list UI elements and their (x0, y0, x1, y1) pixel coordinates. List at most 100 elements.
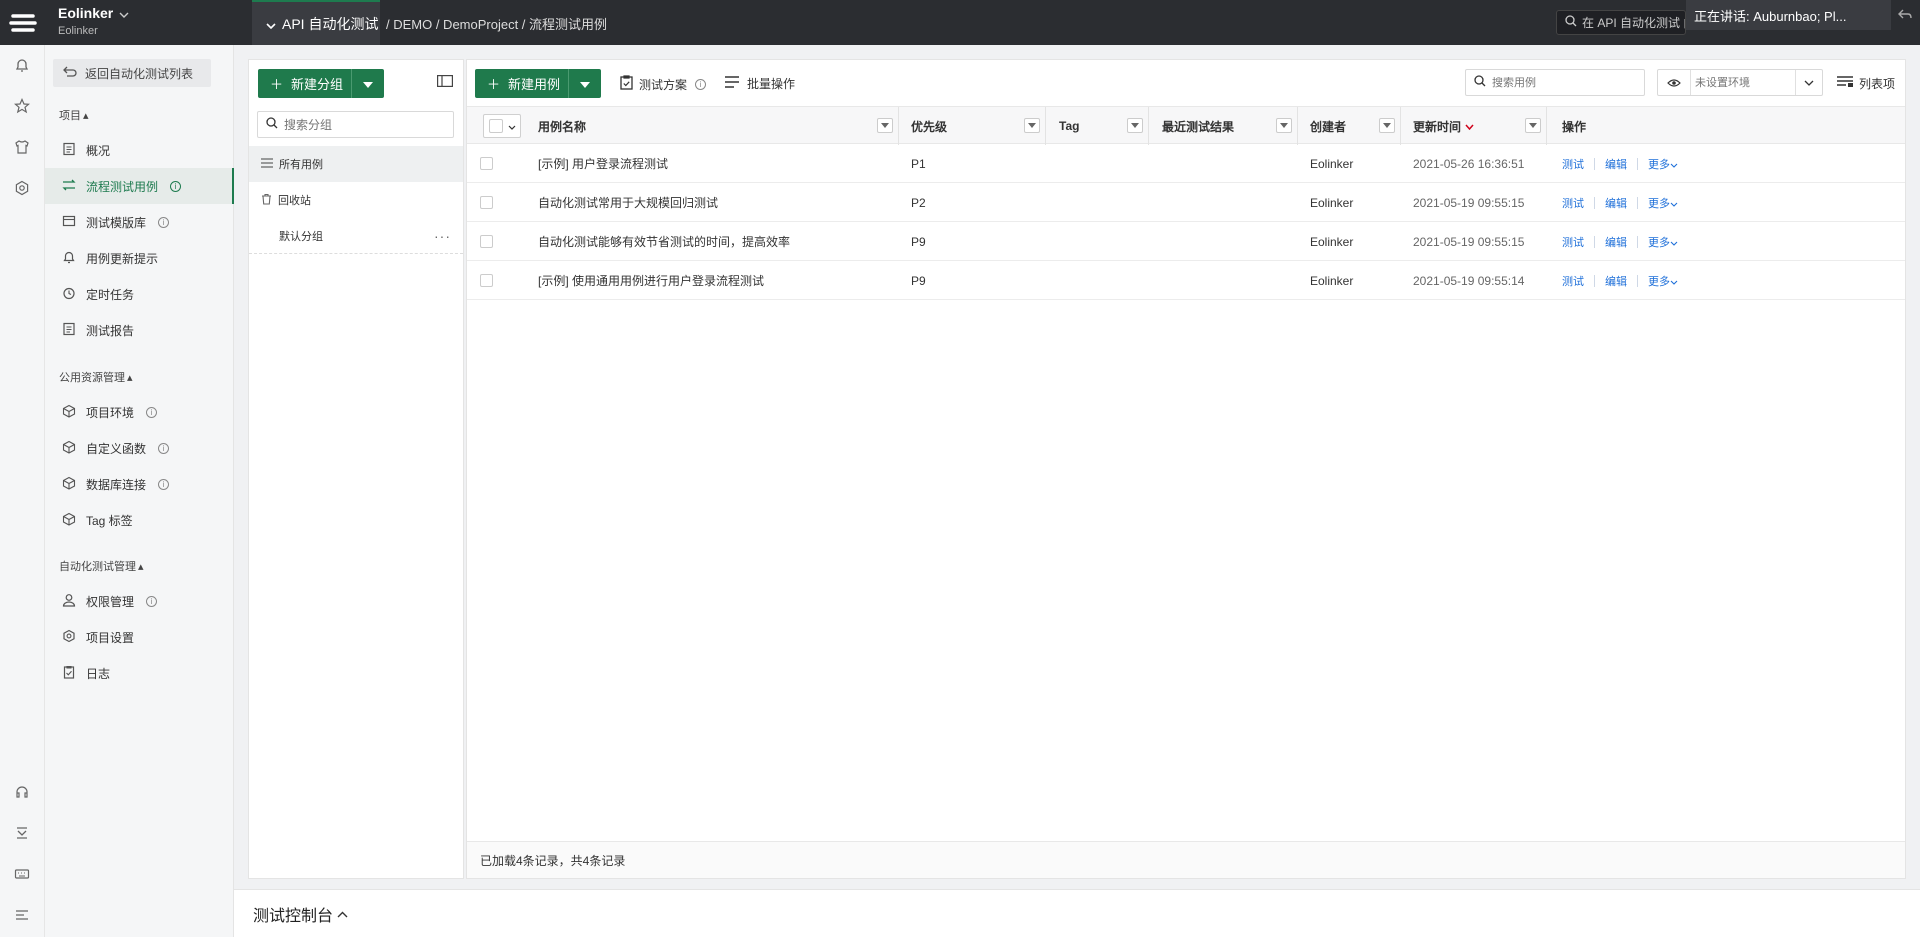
table-row[interactable]: 自动化测试常用于大规模回归测试 P2 Eolinker 2021-05-19 0… (467, 183, 1905, 222)
sidebar-item-project-env[interactable]: 项目环境 i (45, 394, 234, 430)
environment-input[interactable] (1691, 76, 1795, 89)
chevron-down-icon[interactable] (1795, 70, 1821, 95)
row-checkbox[interactable] (480, 157, 493, 170)
global-search-input[interactable]: 在 API 自动化测试 内 (1556, 10, 1686, 35)
info-icon[interactable]: i (158, 442, 170, 454)
plus-icon: ＋ (270, 77, 284, 92)
org-switcher[interactable]: Eolinker Eolinker (58, 5, 129, 37)
info-icon[interactable]: i (170, 180, 182, 192)
breadcrumb[interactable]: / DEMO / DemoProject / 流程测试用例 (386, 14, 607, 33)
edit-link[interactable]: 编辑 (1605, 234, 1627, 250)
row-checkbox[interactable] (480, 274, 493, 287)
select-all-checkbox[interactable] (489, 119, 503, 133)
new-case-dropdown[interactable] (568, 69, 601, 98)
filter-icon[interactable] (1276, 118, 1292, 133)
new-group-button[interactable]: ＋ 新建分组 (258, 69, 384, 98)
filter-icon[interactable] (1127, 118, 1143, 133)
sidebar-item-test-reports[interactable]: 测试报告 (45, 312, 234, 348)
new-case-button[interactable]: ＋ 新建用例 (475, 69, 601, 98)
sidebar-item-flow-cases[interactable]: 流程测试用例 i (45, 168, 234, 204)
info-icon[interactable]: i (146, 595, 158, 607)
test-plan-button[interactable]: 测试方案 i (620, 75, 707, 93)
settings-icon[interactable] (12, 178, 32, 198)
sidebar-item-db-connections[interactable]: 数据库连接 i (45, 466, 234, 502)
more-options-icon[interactable]: ··· (434, 228, 451, 244)
star-icon[interactable] (12, 96, 32, 116)
sidebar-item-update-notice[interactable]: 用例更新提示 (45, 240, 234, 276)
case-search-input[interactable] (1492, 76, 1637, 89)
test-link[interactable]: 测试 (1562, 195, 1584, 211)
sidebar-item-custom-functions[interactable]: 自定义函数 i (45, 430, 234, 466)
menu-icon[interactable] (12, 905, 32, 925)
test-link[interactable]: 测试 (1562, 273, 1584, 289)
sidebar-item-tags[interactable]: Tag 标签 (45, 502, 234, 538)
info-icon[interactable]: i (158, 216, 170, 228)
new-group-main[interactable]: ＋ 新建分组 (258, 69, 343, 98)
test-link[interactable]: 测试 (1562, 234, 1584, 250)
environment-select[interactable] (1657, 69, 1823, 96)
case-name[interactable]: [示例] 用户登录流程测试 (538, 144, 668, 183)
group-search-field[interactable] (257, 111, 454, 138)
filter-icon[interactable] (1525, 118, 1541, 133)
filter-icon[interactable] (1024, 118, 1040, 133)
edit-link[interactable]: 编辑 (1605, 156, 1627, 172)
shirt-icon[interactable] (12, 137, 32, 157)
module-tab[interactable]: API 自动化测试 (252, 0, 380, 45)
select-all-dropdown[interactable] (483, 114, 521, 138)
back-to-list-button[interactable]: 返回自动化测试列表 (53, 59, 211, 87)
table-row[interactable]: 自动化测试能够有效节省测试的时间，提高效率 P9 Eolinker 2021-0… (467, 222, 1905, 261)
case-name[interactable]: 自动化测试常用于大规模回归测试 (538, 183, 718, 222)
case-name[interactable]: [示例] 使用通用用例进行用户登录流程测试 (538, 261, 764, 300)
group-search-input[interactable] (284, 117, 444, 132)
eolinker-logo-icon[interactable] (0, 0, 45, 45)
more-link[interactable]: 更多 (1648, 156, 1670, 172)
sidebar-item-scheduled-tasks[interactable]: 定时任务 (45, 276, 234, 312)
headset-icon[interactable] (12, 782, 32, 802)
new-case-main[interactable]: ＋ 新建用例 (475, 69, 560, 98)
sidebar-item-permissions[interactable]: 权限管理 i (45, 583, 234, 619)
batch-operation-button[interactable]: 批量操作 (725, 75, 795, 92)
section-project-toggle[interactable]: 项目 ▴ (59, 107, 89, 123)
column-settings-button[interactable]: 列表项 (1837, 75, 1895, 92)
test-link[interactable]: 测试 (1562, 156, 1584, 172)
filter-icon[interactable] (877, 118, 893, 133)
download-icon[interactable] (12, 823, 32, 843)
section-auto-toggle[interactable]: 自动化测试管理 ▴ (59, 558, 144, 574)
sidebar-item-templates[interactable]: 测试模版库 i (45, 204, 234, 240)
group-item-all[interactable]: 所有用例 (249, 146, 463, 182)
sidebar-toggle-icon[interactable] (437, 75, 455, 89)
row-checkbox[interactable] (480, 196, 493, 209)
info-icon[interactable]: i (695, 78, 707, 90)
back-arrow-icon[interactable] (1892, 2, 1918, 28)
sidebar-item-project-settings[interactable]: 项目设置 (45, 619, 234, 655)
module-tab-label: API 自动化测试 (282, 15, 379, 32)
section-resource-toggle[interactable]: 公用资源管理 ▴ (59, 369, 133, 385)
test-console-toggle[interactable]: 测试控制台 (234, 889, 1920, 937)
info-icon[interactable]: i (146, 406, 158, 418)
eye-icon[interactable] (1658, 70, 1691, 95)
table-row[interactable]: [示例] 用户登录流程测试 P1 Eolinker 2021-05-26 16:… (467, 144, 1905, 183)
group-item-default[interactable]: 默认分组 ··· (249, 218, 463, 254)
new-group-dropdown[interactable] (351, 69, 384, 98)
case-search-field[interactable] (1465, 69, 1645, 96)
info-icon[interactable]: i (158, 478, 170, 490)
test-plan-label: 测试方案 (639, 77, 688, 92)
group-item-recycle-bin[interactable]: 回收站 (249, 182, 463, 218)
column-header-updated-sort[interactable]: 更新时间 (1413, 107, 1474, 145)
more-link[interactable]: 更多 (1648, 195, 1670, 211)
group-item-label: 回收站 (278, 195, 311, 207)
keyboard-icon[interactable] (12, 864, 32, 884)
bell-icon[interactable] (12, 55, 32, 75)
edit-link[interactable]: 编辑 (1605, 195, 1627, 211)
sidebar-item-logs[interactable]: 日志 (45, 655, 234, 691)
search-icon (266, 117, 278, 132)
table-row[interactable]: [示例] 使用通用用例进行用户登录流程测试 P9 Eolinker 2021-0… (467, 261, 1905, 300)
back-to-list-label: 返回自动化测试列表 (85, 66, 194, 81)
more-link[interactable]: 更多 (1648, 273, 1670, 289)
filter-icon[interactable] (1379, 118, 1395, 133)
edit-link[interactable]: 编辑 (1605, 273, 1627, 289)
case-name[interactable]: 自动化测试能够有效节省测试的时间，提高效率 (538, 222, 790, 261)
row-checkbox[interactable] (480, 235, 493, 248)
more-link[interactable]: 更多 (1648, 234, 1670, 250)
sidebar-item-overview[interactable]: 概况 (45, 132, 234, 168)
